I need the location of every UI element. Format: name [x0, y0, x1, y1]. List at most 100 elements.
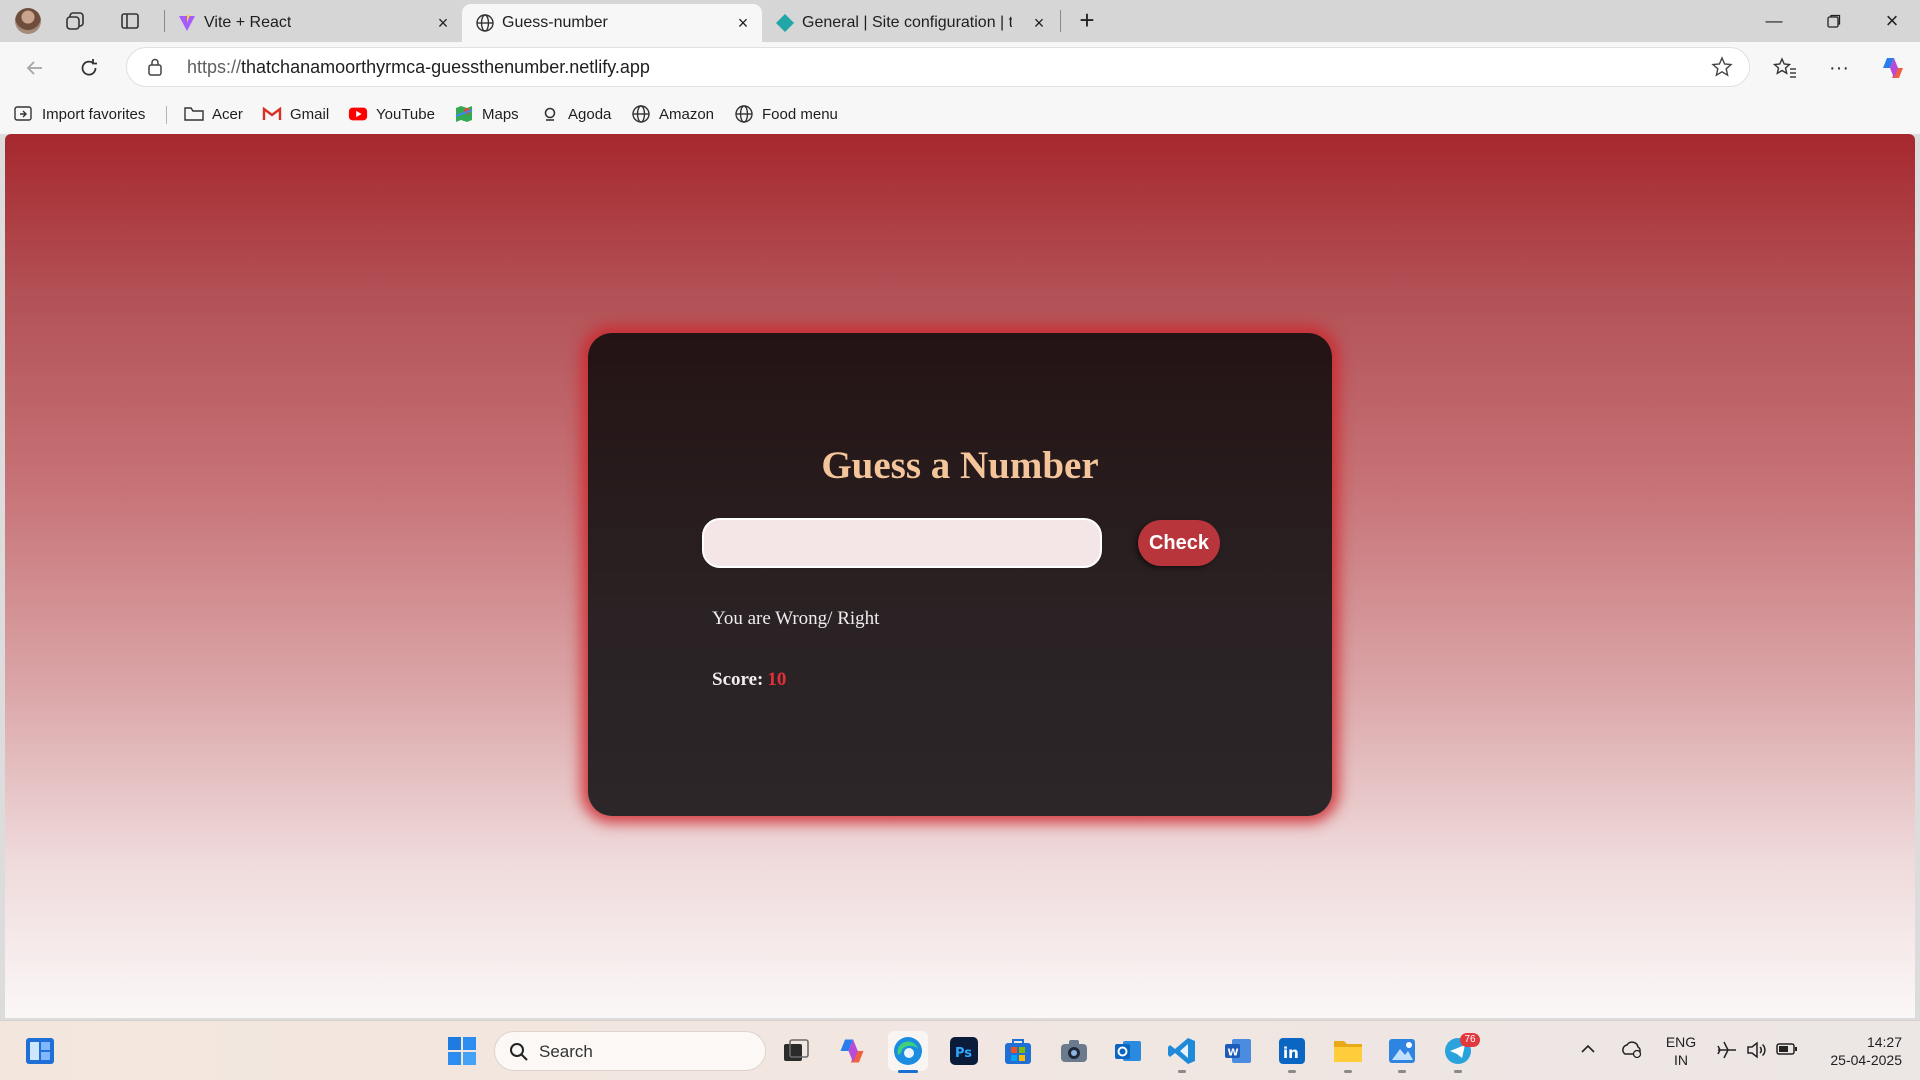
copilot-icon[interactable]: [1876, 52, 1910, 84]
volume-icon[interactable]: [1746, 1040, 1768, 1064]
bookmark-label: Maps: [482, 105, 519, 123]
maps-icon: [454, 104, 474, 124]
minimize-button[interactable]: —: [1754, 8, 1794, 34]
tab-title: General | Site configuration | thatc: [802, 14, 1012, 31]
svg-text:W: W: [1228, 1048, 1239, 1059]
tab-netlify-config[interactable]: General | Site configuration | thatc ×: [762, 4, 1058, 42]
outlook-icon[interactable]: [1108, 1031, 1148, 1071]
photoshop-icon[interactable]: Ps: [944, 1031, 984, 1071]
favorite-star-icon[interactable]: [1711, 56, 1733, 83]
url-host: thatchanamoorthyrmca-guessthenumber.netl…: [241, 57, 650, 77]
close-window-button[interactable]: ×: [1872, 8, 1912, 34]
copilot-app-icon[interactable]: [832, 1031, 872, 1071]
import-icon: [14, 104, 34, 124]
bookmark-import-favorites[interactable]: Import favorites: [14, 102, 145, 126]
check-button[interactable]: Check: [1138, 520, 1220, 566]
clock-date: 25-04-2025: [1830, 1052, 1902, 1068]
bookmark-food-menu[interactable]: Food menu: [734, 102, 838, 126]
file-explorer-icon[interactable]: [1328, 1031, 1368, 1073]
bookmark-label: Acer: [212, 105, 243, 123]
taskbar-search[interactable]: Search: [494, 1031, 766, 1071]
airplane-mode-icon[interactable]: [1716, 1040, 1738, 1064]
globe-icon: [734, 104, 754, 124]
task-view-icon[interactable]: [776, 1031, 816, 1071]
bookmark-agoda[interactable]: Agoda: [540, 102, 611, 126]
widgets-icon[interactable]: [20, 1031, 60, 1071]
refresh-button[interactable]: [72, 52, 106, 84]
onedrive-network-icon[interactable]: [1620, 1039, 1644, 1063]
bookmark-label: Import favorites: [42, 105, 146, 123]
globe-icon: [631, 104, 651, 124]
bookmark-label: YouTube: [376, 105, 435, 123]
bookmarks-bar: Import favorites Acer Gmail YouTube Maps…: [0, 94, 1920, 134]
edge-browser-icon[interactable]: [888, 1031, 928, 1073]
result-message: You are Wrong/ Right: [712, 608, 880, 629]
more-options-icon[interactable]: ···: [1822, 52, 1856, 84]
bookmark-youtube[interactable]: YouTube: [348, 102, 435, 126]
start-icon[interactable]: [442, 1031, 482, 1071]
linkedin-icon[interactable]: in: [1272, 1031, 1312, 1073]
back-button[interactable]: [18, 52, 52, 84]
clock[interactable]: 14:27 25-04-2025: [1812, 1033, 1902, 1069]
url-text[interactable]: https://thatchanamoorthyrmca-guessthenum…: [187, 57, 650, 78]
youtube-icon: [348, 104, 368, 124]
search-placeholder: Search: [539, 1042, 593, 1061]
close-tab-icon[interactable]: ×: [1030, 14, 1048, 32]
bookmark-label: Food menu: [762, 105, 838, 123]
notification-badge: 76: [1460, 1033, 1480, 1047]
telegram-icon[interactable]: 76: [1438, 1031, 1480, 1073]
close-tab-icon[interactable]: ×: [734, 14, 752, 32]
browser-toolbar: https://thatchanamoorthyrmca-guessthenum…: [0, 42, 1920, 94]
score-value: 10: [767, 669, 787, 690]
score-label: Score:: [712, 669, 764, 690]
globe-icon: [474, 13, 496, 33]
region-code: IN: [1674, 1052, 1688, 1068]
tab-divider: [1060, 10, 1061, 32]
score-display: Score: 10: [712, 669, 786, 691]
favorites-icon[interactable]: [1768, 52, 1802, 84]
tab-guess-number[interactable]: Guess-number ×: [462, 4, 762, 42]
folder-icon: [184, 104, 204, 124]
site-info-lock-icon[interactable]: [147, 58, 163, 81]
netlify-icon: [774, 13, 796, 33]
bookmark-label: Amazon: [659, 105, 715, 123]
address-bar[interactable]: https://thatchanamoorthyrmca-guessthenum…: [126, 47, 1750, 87]
bookmark-label: Agoda: [568, 105, 612, 123]
new-tab-button[interactable]: +: [1072, 7, 1102, 34]
profile-avatar[interactable]: [14, 8, 42, 34]
agoda-icon: [540, 104, 560, 124]
taskbar: Search Ps W in 76 ENG IN 14:27 25-04-202…: [0, 1020, 1920, 1080]
word-icon[interactable]: W: [1218, 1031, 1258, 1071]
page-title: Guess a Number: [821, 444, 1099, 487]
bookmark-amazon[interactable]: Amazon: [631, 102, 714, 126]
search-icon: [509, 1042, 529, 1067]
bookmark-acer[interactable]: Acer: [184, 102, 243, 126]
bookmark-maps[interactable]: Maps: [454, 102, 519, 126]
tab-vite-react[interactable]: Vite + React ×: [164, 4, 462, 42]
paint-icon[interactable]: [1382, 1031, 1422, 1073]
svg-text:in: in: [1283, 1044, 1299, 1062]
close-tab-icon[interactable]: ×: [434, 14, 452, 32]
camera-icon[interactable]: [1054, 1031, 1094, 1071]
clock-time: 14:27: [1866, 1034, 1902, 1050]
guess-input[interactable]: [702, 518, 1102, 568]
page-viewport: Guess a Number Check You are Wrong/ Righ…: [5, 134, 1915, 1018]
tab-strip: Vite + React × Guess-number × General | …: [0, 0, 1920, 42]
vertical-tabs-icon[interactable]: [116, 8, 144, 34]
url-protocol: https://: [187, 57, 242, 77]
bookmark-gmail[interactable]: Gmail: [262, 102, 329, 126]
game-card: Guess a Number Check You are Wrong/ Righ…: [588, 333, 1332, 816]
battery-icon[interactable]: [1776, 1041, 1798, 1061]
restore-button[interactable]: [1814, 8, 1854, 34]
tab-title: Guess-number: [502, 14, 608, 31]
language-code: ENG: [1665, 1034, 1697, 1050]
show-hidden-icons-chevron-icon[interactable]: [1580, 1041, 1596, 1059]
language-indicator[interactable]: ENG IN: [1664, 1033, 1698, 1069]
bookmark-divider: [166, 106, 167, 124]
microsoft-store-icon[interactable]: [998, 1031, 1038, 1071]
vscode-icon[interactable]: [1162, 1031, 1202, 1073]
bookmark-label: Gmail: [290, 105, 330, 123]
vite-icon: [176, 13, 198, 33]
tab-title: Vite + React: [204, 14, 292, 31]
workspaces-icon[interactable]: [62, 8, 90, 34]
